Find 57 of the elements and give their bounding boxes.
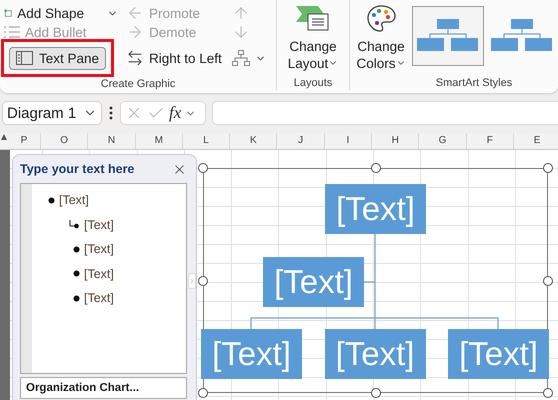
bullet-icon bbox=[48, 196, 55, 204]
outline-item[interactable]: [Text] bbox=[84, 242, 114, 256]
resize-handle[interactable] bbox=[198, 276, 208, 286]
resize-handle[interactable] bbox=[198, 388, 208, 398]
text-pane-button[interactable]: Text Pane bbox=[9, 46, 106, 70]
name-box[interactable]: Diagram 1 bbox=[2, 101, 102, 125]
add-shape-button[interactable]: Add Shape bbox=[0, 5, 122, 21]
assistant-bullet-icon bbox=[68, 220, 80, 230]
column-header[interactable]: I bbox=[324, 133, 372, 149]
org-chart-style-icon bbox=[417, 19, 479, 53]
column-header[interactable]: O bbox=[41, 133, 88, 149]
column-header[interactable]: P bbox=[8, 133, 41, 149]
group-label: Layouts bbox=[292, 76, 334, 90]
insert-function-button[interactable]: fx bbox=[169, 103, 182, 123]
column-header[interactable]: E bbox=[514, 133, 558, 149]
pane-title: Type your text here bbox=[20, 162, 134, 176]
layout-name: Organization Chart... bbox=[26, 382, 140, 394]
scroll-up-icon[interactable] bbox=[0, 133, 8, 141]
outline-item[interactable]: [Text] bbox=[84, 266, 114, 281]
column-header[interactable]: H bbox=[372, 133, 420, 149]
layout-name-box[interactable]: Organization Chart... bbox=[20, 377, 187, 399]
resize-handle[interactable] bbox=[370, 388, 380, 398]
resize-handle[interactable] bbox=[198, 163, 208, 173]
scroll-bar[interactable] bbox=[0, 150, 10, 400]
swap-arrows-icon bbox=[126, 49, 144, 67]
palette-icon bbox=[366, 4, 396, 34]
resize-handle[interactable] bbox=[543, 163, 553, 173]
org-chart-style-icon bbox=[491, 19, 553, 53]
column-header[interactable]: K bbox=[230, 133, 278, 149]
right-to-left-button[interactable]: Right to Left bbox=[122, 50, 228, 66]
column-header[interactable]: J bbox=[277, 133, 325, 149]
style-thumbnail[interactable] bbox=[412, 6, 484, 66]
resize-handle[interactable] bbox=[543, 276, 553, 286]
column-header[interactable]: L bbox=[182, 133, 230, 149]
hierarchy-icon bbox=[232, 50, 250, 66]
more-icon[interactable] bbox=[108, 106, 114, 120]
resize-handle[interactable] bbox=[370, 163, 380, 173]
outline-item[interactable]: [Text] bbox=[59, 193, 89, 208]
bullet-list-icon bbox=[4, 25, 20, 39]
outline-item[interactable]: [Text] bbox=[84, 291, 114, 306]
column-header[interactable]: G bbox=[419, 133, 467, 149]
column-header[interactable]: M bbox=[136, 133, 183, 149]
column-header[interactable]: N bbox=[88, 133, 136, 149]
column-header[interactable]: F bbox=[466, 133, 514, 149]
outline-box[interactable]: [Text] [Text] [Text] [Text] [Text] bbox=[20, 183, 187, 374]
bullet-icon bbox=[73, 246, 80, 253]
group-label: SmartArt Styles bbox=[434, 76, 514, 90]
outline-item[interactable]: [Text] bbox=[84, 218, 114, 232]
group-label: Create Graphic bbox=[100, 77, 176, 91]
chevron-icon bbox=[189, 277, 195, 285]
bullet-icon bbox=[73, 270, 80, 278]
change-colors-button[interactable]: Change Colors bbox=[350, 0, 412, 76]
change-layout-button[interactable]: Change Layout bbox=[278, 0, 348, 76]
formula-field[interactable] bbox=[212, 101, 558, 125]
text-pane-icon bbox=[16, 51, 33, 65]
bullet-icon bbox=[73, 294, 80, 302]
resize-handle[interactable] bbox=[543, 388, 553, 398]
